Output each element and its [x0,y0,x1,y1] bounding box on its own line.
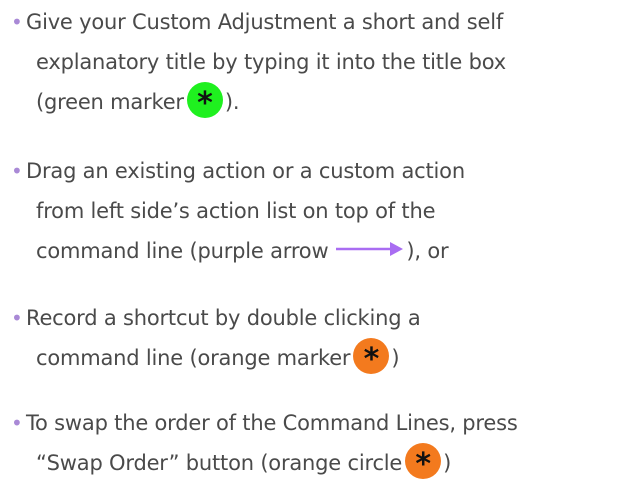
purple-arrow-right-icon [336,230,404,270]
instruction-text: from left side’s action list on top of t… [36,199,436,223]
instruction-text: “Swap Order” button (orange circle [36,451,403,475]
instruction-text: Give your Custom Adjustment a short and … [26,10,504,34]
instruction-item-record-shortcut: • Record a shortcut by double clicking a… [8,298,633,378]
instruction-text: (green marker [36,90,184,114]
instruction-item-title: • Give your Custom Adjustment a short an… [8,2,633,122]
instruction-text: command line (orange marker [36,346,351,370]
instruction-text: Drag an existing action or a custom acti… [26,159,465,183]
instruction-text: To swap the order of the Command Lines, … [26,411,518,435]
bullet-icon: • [11,411,23,435]
instruction-item-drag-action: • Drag an existing action or a custom ac… [8,151,633,271]
bullet-icon: • [11,159,23,183]
instruction-text: explanatory title by typing it into the … [36,50,506,74]
instruction-text: ) [443,451,452,475]
instruction-text: Record a shortcut by double clicking a [26,306,421,330]
instruction-text: ) [391,346,400,370]
orange-marker-asterisk-icon: * [353,338,390,377]
bullet-icon: • [11,306,23,330]
orange-circle-asterisk-icon: * [405,443,442,482]
instruction-text: ), or [406,239,449,263]
green-marker-asterisk-icon: * [186,82,223,121]
bullet-icon: • [11,10,23,34]
instruction-text: ). [224,90,240,114]
instruction-item-swap-order: • To swap the order of the Command Lines… [8,403,633,483]
instruction-text: command line (purple arrow [36,239,329,263]
